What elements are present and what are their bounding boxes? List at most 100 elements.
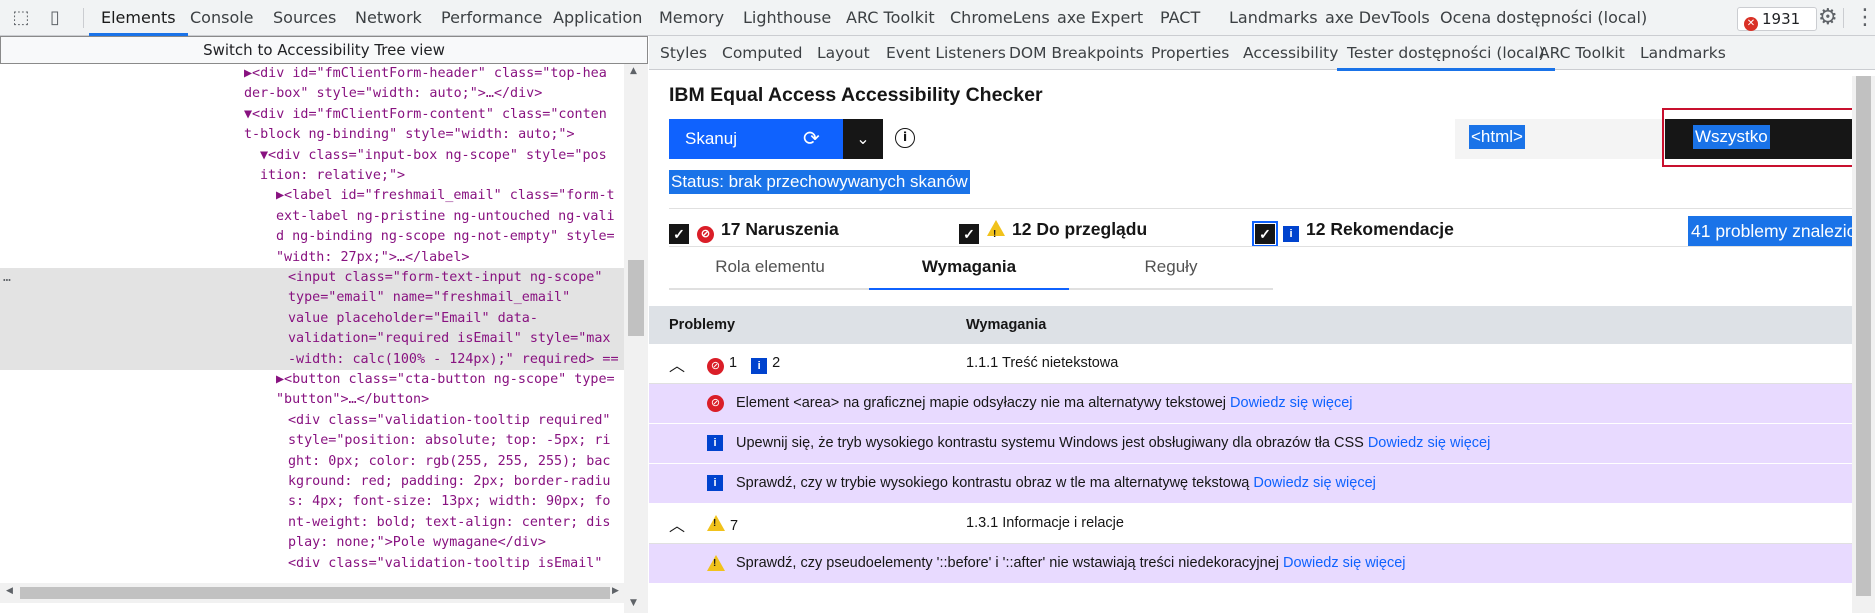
subtab-styles[interactable]: Styles <box>660 36 707 70</box>
header-requirements: Wymagania <box>966 317 1047 333</box>
tab-arc-toolkit[interactable]: ARC Toolkit <box>846 0 935 36</box>
chevron-up-icon[interactable]: ︿ <box>669 352 685 376</box>
violations-checkbox[interactable]: ✓ <box>669 224 689 244</box>
issue-row[interactable]: ⊘ Element <area> na graficznej mapie ods… <box>649 384 1875 424</box>
scroll-down-icon[interactable]: ▼ <box>630 598 637 608</box>
warning-icon: ! <box>987 220 1005 240</box>
tab-console[interactable]: Console <box>190 0 254 36</box>
sidebar-vertical-scrollbar[interactable] <box>1852 76 1875 613</box>
review-checkbox[interactable]: ✓ <box>959 224 979 244</box>
scan-options-dropdown[interactable]: ⌄ <box>843 119 883 159</box>
group-counts: ⊘ 1 i2 <box>707 355 780 375</box>
violations-count: 17 Naruszenia <box>721 219 839 239</box>
dom-line: kground: red; padding: 2px; border-radiu <box>288 474 611 489</box>
checker-title: IBM Equal Access Accessibility Checker <box>669 84 1043 106</box>
switch-accessibility-tree-button[interactable]: Switch to Accessibility Tree view <box>0 36 648 64</box>
review-filter[interactable]: ✓! 12 Do przeglądu <box>959 217 1148 244</box>
learn-more-link[interactable]: Dowiedz się więcej <box>1230 395 1353 411</box>
header-problems: Problemy <box>669 317 736 333</box>
learn-more-link[interactable]: Dowiedz się więcej <box>1253 475 1376 491</box>
tab-pact[interactable]: PACT <box>1160 0 1200 36</box>
issues-table-header: Problemy Wymagania <box>649 306 1875 344</box>
issue-text: Sprawdź, czy w trybie wysokiego kontrast… <box>736 475 1250 491</box>
scrollbar-thumb[interactable] <box>20 587 610 599</box>
inspect-element-icon[interactable]: ⬚ <box>10 7 32 29</box>
dom-line[interactable]: <div class="validation-tooltip isEmail" <box>288 554 624 574</box>
learn-more-link[interactable]: Dowiedz się więcej <box>1368 435 1491 451</box>
total-issues: 41 problemy znalezione <box>1688 216 1875 247</box>
chevron-up-icon[interactable]: ︿ <box>669 512 685 536</box>
dom-line: "button">…</button> <box>276 392 430 408</box>
settings-gear-icon[interactable]: ⚙ <box>1818 5 1838 30</box>
subtab-dom-breakpoints[interactable]: DOM Breakpoints <box>1009 36 1144 70</box>
violation-icon: ⊘ <box>697 226 714 243</box>
recommendations-checkbox[interactable]: ✓ <box>1252 221 1278 247</box>
tab-sources[interactable]: Sources <box>273 0 336 36</box>
subtab-tester-dostepnosci[interactable]: Tester dostępności (local) <box>1337 36 1555 71</box>
info-icon[interactable]: i <box>895 128 915 148</box>
tab-landmarks[interactable]: Landmarks <box>1229 0 1318 36</box>
violations-filter[interactable]: ✓ ⊘ 17 Naruszenia <box>669 217 839 244</box>
device-toolbar-icon[interactable]: ▯ <box>44 7 66 29</box>
scope-select[interactable]: <html> <box>1455 119 1665 159</box>
scrollbar-thumb[interactable] <box>1856 76 1871 596</box>
dom-line[interactable]: ▼<div id="fmClientForm-content" class="c… <box>244 105 624 125</box>
subtab-properties[interactable]: Properties <box>1151 36 1229 70</box>
issue-row[interactable]: ! Sprawdź, czy pseudoelementy '::before'… <box>649 544 1875 584</box>
dom-line-selected: validation="required isEmail" style="max <box>0 329 624 350</box>
subtab-layout[interactable]: Layout <box>817 36 870 70</box>
toolbar-divider <box>1843 8 1844 28</box>
scan-label: Skanuj <box>685 129 737 148</box>
issue-message: Sprawdź, czy pseudoelementy '::before' i… <box>736 555 1406 571</box>
refresh-icon: ⟳ <box>803 128 820 150</box>
error-count-badge[interactable]: ✕ 1931 <box>1737 7 1817 31</box>
tab-memory[interactable]: Memory <box>659 0 724 36</box>
subtab-landmarks[interactable]: Landmarks <box>1640 36 1726 70</box>
recommendations-filter[interactable]: ✓ i 12 Rekomendacje <box>1252 217 1454 247</box>
tab-ocena-dostepnosci[interactable]: Ocena dostępności (local) <box>1440 0 1647 36</box>
scroll-up-icon[interactable]: ▲ <box>630 66 637 76</box>
subtab-computed[interactable]: Computed <box>722 36 803 70</box>
tab-element-role[interactable]: Rola elementu <box>669 248 871 290</box>
more-options-icon[interactable]: ⋮ <box>1854 5 1875 30</box>
tab-axe-devtools[interactable]: axe DevTools <box>1325 0 1430 36</box>
scroll-right-icon[interactable]: ▶ <box>612 586 619 596</box>
requirement-group-row[interactable]: ︿ ⊘ 1 i2 1.1.1 Treść nietekstowa <box>649 344 1875 384</box>
dom-line-selected: value placeholder="Email" data- <box>0 308 624 330</box>
dom-line-selected[interactable]: … <input class="form-text-input ng-scope" <box>0 268 624 289</box>
subtab-event-listeners[interactable]: Event Listeners <box>886 36 1006 70</box>
tab-rules[interactable]: Reguły <box>1069 248 1273 290</box>
dom-line[interactable]: ▶<div id="fmClientForm-header" class="to… <box>244 64 624 84</box>
group-requirement: 1.1.1 Treść nietekstowa <box>966 355 1119 371</box>
dom-line[interactable]: <div class="validation-tooltip required" <box>288 411 624 431</box>
group-violation-count: 1 <box>729 355 738 371</box>
sidebar-tabbar: Styles Computed Layout Event Listeners D… <box>649 36 1875 71</box>
dom-line[interactable]: ▶<button class="cta-button ng-scope" typ… <box>276 370 624 390</box>
dom-line[interactable]: ▼<div class="input-box ng-scope" style="… <box>260 146 624 166</box>
dom-horizontal-scrollbar[interactable]: ◀ ▶ <box>0 583 624 603</box>
subtab-arc-toolkit[interactable]: ARC Toolkit <box>1539 36 1625 70</box>
info-square-icon: i <box>1283 226 1299 242</box>
issue-row[interactable]: i Sprawdź, czy w trybie wysokiego kontra… <box>649 464 1875 504</box>
requirement-group-row[interactable]: ︿ ! 7 1.3.1 Informacje i relacje <box>649 504 1875 544</box>
scan-button[interactable]: Skanuj ⟳ <box>669 119 843 159</box>
dom-vertical-scrollbar[interactable]: ▲ ▼ <box>624 64 648 613</box>
subtab-accessibility[interactable]: Accessibility <box>1243 36 1338 70</box>
scrollbar-thumb[interactable] <box>628 260 644 336</box>
tab-requirements[interactable]: Wymagania <box>869 248 1069 290</box>
tab-elements[interactable]: Elements <box>89 0 188 36</box>
tab-performance[interactable]: Performance <box>441 0 542 36</box>
scroll-left-icon[interactable]: ◀ <box>6 586 13 596</box>
review-count: 12 Do przeglądu <box>1012 219 1148 239</box>
tab-chromelens[interactable]: ChromeLens <box>950 0 1050 36</box>
tab-network[interactable]: Network <box>355 0 422 36</box>
tab-application[interactable]: Application <box>553 0 642 36</box>
recommendations-count: 12 Rekomendacje <box>1306 219 1454 239</box>
tab-lighthouse[interactable]: Lighthouse <box>743 0 831 36</box>
issue-row[interactable]: i Upewnij się, że tryb wysokiego kontras… <box>649 424 1875 464</box>
dom-line[interactable]: ▶<label id="freshmail_email" class="form… <box>276 186 624 206</box>
learn-more-link[interactable]: Dowiedz się więcej <box>1283 555 1406 571</box>
group-counts: ! 7 <box>707 515 738 534</box>
dom-line: ght: 0px; color: rgb(255, 255, 255); bac <box>288 453 611 469</box>
tab-axe-expert[interactable]: axe Expert <box>1057 0 1143 36</box>
